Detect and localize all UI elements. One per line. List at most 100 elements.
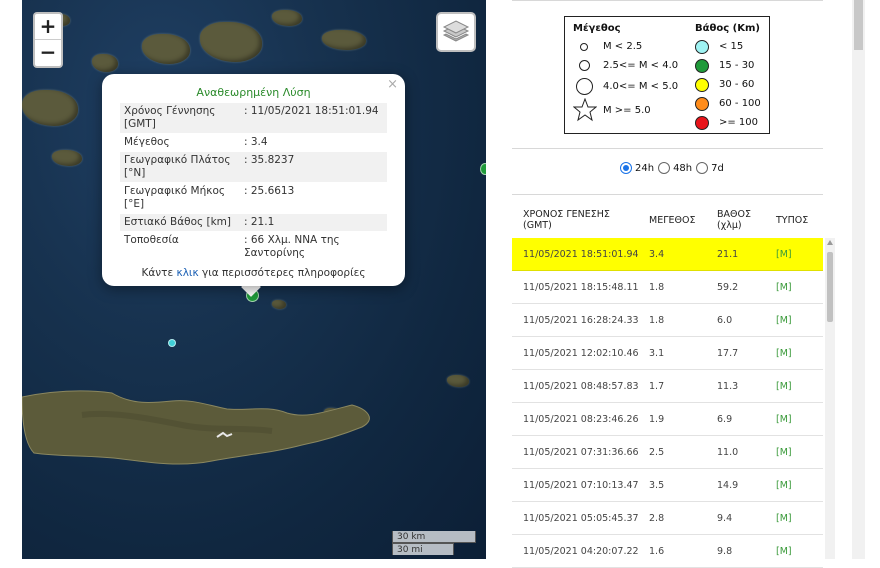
depth-legend-item: 15 - 30 [695, 56, 761, 75]
radio-48h[interactable] [658, 162, 671, 174]
cell-magnitude: 3.4 [649, 249, 665, 260]
radio-24h[interactable] [620, 162, 632, 174]
medium-circle-icon [578, 60, 590, 71]
table-row[interactable]: 11/05/2021 08:48:57.83 1.7 11.3 [M] [512, 370, 823, 403]
island [92, 54, 118, 72]
cell-magnitude: 1.7 [649, 381, 665, 392]
depth-legend-title: Βάθος (Km) [695, 23, 760, 34]
header-magnitude: ΜΕΓΕΘΟΣ [649, 215, 696, 226]
divider [512, 0, 823, 1]
popup-value: : 11/05/2021 18:51:01.94 [244, 105, 379, 117]
table-row[interactable]: 11/05/2021 12:02:10.46 3.1 17.7 [M] [512, 337, 823, 370]
table-row[interactable]: 11/05/2021 07:10:13.47 3.5 14.9 [M] [512, 469, 823, 502]
popup-more-info: Κάντε κλικ για περισσότερες πληροφορίες [120, 266, 387, 280]
island [142, 34, 190, 64]
depth-label: 30 - 60 [719, 79, 755, 90]
popup-label: Τοποθεσία [124, 234, 179, 246]
depth-legend-item: < 15 [695, 37, 761, 56]
cell-type: [M] [776, 414, 792, 425]
depth-label: < 15 [719, 41, 744, 52]
cell-depth: 9.8 [717, 546, 733, 557]
popup-label: Εστιακό Βάθος [km] [124, 216, 232, 228]
popup-value: : 25.6613 [244, 185, 295, 197]
cell-type: [M] [776, 348, 792, 359]
table-row[interactable]: 11/05/2021 07:31:36.66 2.5 11.0 [M] [512, 436, 823, 469]
header-depth: ΒΑΘΟΣ (χλμ) [717, 209, 751, 231]
cell-type: [M] [776, 282, 792, 293]
table-row[interactable]: 11/05/2021 08:23:46.26 1.9 6.9 [M] [512, 403, 823, 436]
legend: Μέγεθος M < 2.5 2.5<= M < 4.0 4.0<= M < … [564, 16, 770, 134]
header-depth-line1: ΒΑΘΟΣ [717, 209, 751, 220]
popup-close-button[interactable]: × [387, 77, 398, 92]
table-row[interactable]: 11/05/2021 04:20:07.22 1.6 9.8 [M] [512, 535, 823, 568]
earthquake-marker[interactable] [480, 163, 486, 175]
popup-label: Γεωγραφικό Πλάτος [°N] [124, 154, 231, 179]
page-scrollbar-thumb[interactable] [854, 0, 863, 50]
cell-depth: 14.9 [717, 480, 739, 491]
cell-type: [M] [776, 513, 792, 524]
cell-depth: 9.4 [717, 513, 733, 524]
large-circle-icon [575, 77, 593, 95]
magnitude-legend-item: M >= 5.0 [573, 97, 678, 123]
cell-time: 11/05/2021 07:31:36.66 [523, 447, 639, 458]
map-scale: 30 km 30 mi [392, 531, 476, 555]
earthquake-map[interactable]: + − × Αναθεωρημένη Λύση Χρόνος Γέννησης … [22, 0, 486, 559]
magnitude-legend-item: M < 2.5 [573, 37, 678, 56]
earthquake-popup: × Αναθεωρημένη Λύση Χρόνος Γέννησης [GMT… [102, 74, 405, 286]
popup-value: : 3.4 [244, 136, 268, 148]
cell-time: 11/05/2021 07:10:13.47 [523, 480, 639, 491]
cell-magnitude: 1.9 [649, 414, 665, 425]
small-circle-icon [580, 42, 588, 51]
scroll-up-arrow-icon[interactable] [827, 240, 833, 245]
more-info-link[interactable]: κλικ [177, 267, 199, 279]
island [272, 300, 286, 309]
period-selector: 24h 48h 7d [620, 162, 728, 174]
depth-color-swatch [695, 77, 709, 92]
radio-7d[interactable] [696, 162, 709, 174]
cell-magnitude: 2.8 [649, 513, 665, 524]
cell-time: 11/05/2021 18:15:48.11 [523, 282, 639, 293]
table-row[interactable]: 11/05/2021 16:28:24.33 1.8 6.0 [M] [512, 304, 823, 337]
magnitude-label: M >= 5.0 [603, 104, 651, 116]
depth-color-swatch [695, 58, 709, 73]
popup-title: Αναθεωρημένη Λύση [196, 86, 311, 99]
cell-magnitude: 3.5 [649, 480, 665, 491]
radio-label: 7d [711, 162, 724, 174]
table-row[interactable]: 11/05/2021 18:15:48.11 1.8 59.2 [M] [512, 271, 823, 304]
popup-row: Εστιακό Βάθος [km] : 21.1 [120, 213, 387, 231]
scrollbar-thumb[interactable] [827, 252, 833, 322]
magnitude-label: 4.0<= M < 5.0 [603, 80, 679, 92]
cell-depth: 17.7 [717, 348, 739, 359]
cell-magnitude: 3.1 [649, 348, 665, 359]
table-row[interactable]: 11/05/2021 05:05:45.37 2.8 9.4 [M] [512, 502, 823, 535]
crete-island [22, 390, 370, 465]
popup-label: Χρόνος Γέννησης [GMT] [124, 105, 216, 130]
depth-legend-item: 30 - 60 [695, 75, 761, 94]
radio-label: 48h [673, 162, 693, 174]
zoom-in-button[interactable]: + [35, 14, 61, 40]
cell-magnitude: 1.6 [649, 546, 665, 557]
list-scrollbar[interactable] [825, 238, 835, 559]
depth-legend: Βάθος (Km) < 15 15 - 30 30 - 60 60 - 100… [695, 23, 761, 132]
divider [512, 194, 823, 195]
island [447, 375, 469, 387]
cell-type: [M] [776, 480, 792, 491]
more-prefix: Κάντε [141, 267, 177, 279]
table-row[interactable]: 11/05/2021 18:51:01.94 3.4 21.1 [M] [512, 238, 823, 271]
earthquake-marker[interactable] [168, 339, 176, 347]
depth-color-swatch [695, 39, 709, 54]
zoom-out-button[interactable]: − [35, 40, 61, 66]
cell-depth: 59.2 [717, 282, 739, 293]
radio-label: 24h [635, 162, 655, 174]
popup-row: Μέγεθος : 3.4 [120, 133, 387, 151]
cell-type: [M] [776, 381, 792, 392]
star-icon [573, 98, 597, 122]
island [272, 10, 302, 26]
depth-legend-item: 60 - 100 [695, 94, 761, 113]
magnitude-legend-item: 2.5<= M < 4.0 [573, 56, 678, 75]
cell-type: [M] [776, 546, 792, 557]
cell-time: 11/05/2021 12:02:10.46 [523, 348, 639, 359]
layers-button[interactable] [436, 12, 476, 52]
depth-legend-item: >= 100 [695, 113, 761, 132]
page-scrollbar[interactable] [852, 0, 865, 559]
